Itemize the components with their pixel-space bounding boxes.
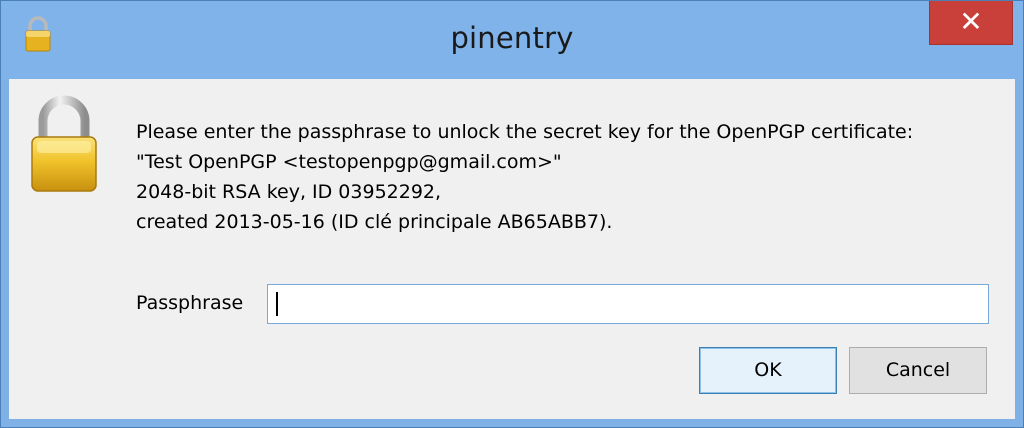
close-icon: ✕: [959, 5, 983, 38]
padlock-icon: [31, 95, 97, 192]
message-line: Please enter the passphrase to unlock th…: [136, 121, 914, 143]
ok-button[interactable]: OK: [699, 347, 837, 394]
passphrase-label: Passphrase: [136, 292, 244, 314]
cancel-button[interactable]: Cancel: [849, 347, 987, 394]
pinentry-window: pinentry ✕ Please enter the passphrase t…: [0, 0, 1024, 428]
close-button[interactable]: ✕: [929, 1, 1013, 45]
dialog-body: Please enter the passphrase to unlock th…: [9, 79, 1015, 419]
message-line: 2048-bit RSA key, ID 03952292,: [136, 181, 442, 203]
passphrase-input[interactable]: [267, 284, 989, 324]
title-bar[interactable]: pinentry ✕: [1, 1, 1023, 79]
message-line: created 2013-05-16 (ID clé principale AB…: [136, 211, 613, 233]
message-line: "Test OpenPGP <testopenpgp@gmail.com>": [136, 151, 562, 173]
prompt-message: Please enter the passphrase to unlock th…: [136, 117, 913, 237]
text-caret: [276, 292, 278, 316]
window-title: pinentry: [450, 21, 574, 55]
